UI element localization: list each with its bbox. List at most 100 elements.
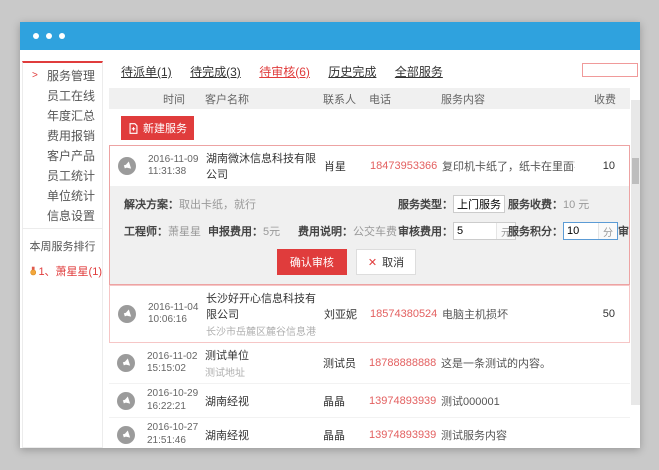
row-phone[interactable]: 18574380524 (370, 308, 442, 320)
service-type-label: 服务类型： (398, 196, 453, 212)
tab-pending-review[interactable]: 待审核(6) (259, 63, 310, 80)
row-phone[interactable]: 18473953366 (370, 160, 442, 172)
solution-value: 取出卡纸，就行 (179, 196, 256, 212)
window-titlebar (20, 22, 640, 50)
row-content: 电脑主机损坏 (442, 306, 508, 322)
header-time: 时间 (143, 91, 205, 107)
tab-pending-dispatch[interactable]: 待派单(1) (121, 63, 172, 80)
header-phone: 电话 (369, 91, 441, 107)
sidebar-item-label: 员工在线 (47, 89, 95, 103)
row-time: 21:51:46 (147, 435, 205, 448)
sidebar-menu: > 服务管理 >员工在线 >年度汇总 >费用报销 >客户产品 >员工统计 >单位统… (23, 63, 102, 226)
sidebar-item-staff-online[interactable]: >员工在线 (23, 86, 102, 106)
header-content: 服务内容 (441, 91, 576, 107)
row-customer: 湖南微沐信息科技有限公司 (206, 150, 324, 182)
row-phone[interactable]: 18788888888 (369, 357, 441, 369)
sidebar-item-annual-summary[interactable]: >年度汇总 (23, 106, 102, 126)
sidebar-item-label: 费用报销 (47, 129, 95, 143)
window-dot-icon[interactable] (59, 33, 65, 39)
row-content: 这是一条测试的内容。 (441, 355, 551, 371)
medal-icon (30, 265, 36, 277)
weekly-ranking-title: 本周服务排行 (23, 238, 102, 254)
row-content: 测试000001 (441, 393, 500, 409)
row-contact: 刘亚妮 (324, 306, 370, 322)
header-contact: 联系人 (323, 91, 369, 107)
row-customer: 长沙好开心信息科技有限公司 (206, 290, 324, 322)
sidebar-item-info-settings[interactable]: >信息设置 (23, 206, 102, 226)
engineer-value: 萧星星 (168, 223, 201, 239)
solution-label: 解决方案： (124, 196, 179, 212)
tab-history[interactable]: 历史完成 (328, 63, 376, 80)
row-customer: 湖南经视 (205, 427, 323, 443)
cancel-button[interactable]: ✕取消 (356, 249, 416, 275)
new-service-label: 新建服务 (143, 120, 187, 136)
service-record-icon (118, 305, 136, 323)
sidebar-item-label: 客户产品 (47, 149, 95, 163)
active-arrow-icon: > (32, 66, 38, 86)
row-time: 10:06:16 (148, 314, 206, 327)
app-window: > 服务管理 >员工在线 >年度汇总 >费用报销 >客户产品 >员工统计 >单位统… (20, 22, 640, 448)
row-content: 复印机卡纸了，纸卡在里面不动了 (442, 158, 575, 174)
ranking-item-label: 1、萧星星(1) (38, 263, 102, 279)
window-dot-icon[interactable] (46, 33, 52, 39)
table-row[interactable]: 2016-11-0215:15:02 测试单位测试地址 测试员 18788888… (109, 343, 630, 384)
sidebar-item-label: 单位统计 (47, 189, 95, 203)
row-contact: 肖星 (324, 158, 370, 174)
table-row[interactable]: 2016-10-2721:51:46 湖南经视 晶晶 13974893939 测… (109, 418, 630, 448)
declared-fee-value: 5元 (263, 223, 280, 239)
new-document-icon (128, 123, 139, 134)
tab-all-services[interactable]: 全部服务 (395, 63, 443, 80)
service-record-icon (117, 354, 135, 372)
sidebar-panel: > 服务管理 >员工在线 >年度汇总 >费用报销 >客户产品 >员工统计 >单位统… (22, 61, 103, 448)
sidebar-item-unit-stats[interactable]: >单位统计 (23, 186, 102, 206)
scrollbar-thumb[interactable] (632, 158, 639, 184)
table-row[interactable]: 2016-11-0410:06:16 长沙好开心信息科技有限公司长沙市岳麓区麓谷… (109, 285, 630, 343)
sidebar: > 服务管理 >员工在线 >年度汇总 >费用报销 >客户产品 >员工统计 >单位统… (20, 50, 109, 448)
search-input[interactable] (582, 63, 638, 77)
review-note-label: 审核说明： (618, 223, 629, 239)
main-content: 待派单(1) 待完成(3) 待审核(6) 历史完成 全部服务 时间 客户名称 联… (109, 50, 640, 448)
sidebar-item-label: 员工统计 (47, 169, 95, 183)
table-row[interactable]: 2016-11-0911:31:38 湖南微沐信息科技有限公司 肖星 18473… (110, 146, 629, 186)
points-input[interactable] (564, 223, 598, 239)
sidebar-item-customer-products[interactable]: >客户产品 (23, 146, 102, 166)
review-block: 2016-11-0911:31:38 湖南微沐信息科技有限公司 肖星 18473… (109, 145, 630, 285)
row-time: 15:15:02 (147, 363, 205, 376)
fee-note-label: 费用说明： (298, 223, 353, 239)
row-phone[interactable]: 13974893939 (369, 395, 441, 407)
table-header: 时间 客户名称 联系人 电话 服务内容 收费 (109, 88, 630, 109)
service-rows: 2016-11-0410:06:16 长沙好开心信息科技有限公司长沙市岳麓区麓谷… (109, 285, 640, 448)
review-form: 解决方案： 取出卡纸，就行 服务类型： 服务收费： 10 元 (110, 186, 629, 284)
row-contact: 晶晶 (323, 427, 369, 443)
row-content: 测试服务内容 (441, 427, 507, 443)
row-contact: 晶晶 (323, 393, 369, 409)
vertical-scrollbar[interactable] (631, 100, 640, 405)
sidebar-item-expense-claims[interactable]: >费用报销 (23, 126, 102, 146)
service-type-input[interactable] (453, 195, 505, 213)
sidebar-item-label: 年度汇总 (47, 109, 95, 123)
row-fee: 50 (575, 308, 629, 320)
row-fee: 10 (575, 160, 629, 172)
new-service-button[interactable]: 新建服务 (121, 116, 194, 140)
row-time: 11:31:38 (148, 166, 206, 179)
sidebar-item-staff-stats[interactable]: >员工统计 (23, 166, 102, 186)
row-customer: 测试单位 (205, 347, 323, 363)
row-date: 2016-10-29 (147, 388, 205, 401)
row-phone[interactable]: 13974893939 (369, 429, 441, 441)
tab-pending-completion[interactable]: 待完成(3) (190, 63, 241, 80)
row-date: 2016-11-04 (148, 302, 206, 315)
row-date: 2016-11-02 (147, 351, 205, 364)
row-date: 2016-10-27 (147, 422, 205, 435)
engineer-label: 工程师： (124, 223, 168, 239)
cancel-label: 取消 (382, 254, 404, 270)
window-dot-icon[interactable] (33, 33, 39, 39)
row-address: 测试地址 (205, 364, 323, 379)
service-record-icon (117, 426, 135, 444)
confirm-review-button[interactable]: 确认审核 (277, 249, 347, 275)
sidebar-item-label: 服务管理 (47, 69, 95, 83)
sidebar-item-service-management[interactable]: > 服务管理 (23, 66, 102, 86)
table-row[interactable]: 2016-10-2916:22:21 湖南经视 晶晶 13974893939 测… (109, 384, 630, 418)
sidebar-divider (23, 228, 102, 229)
ranking-item[interactable]: 1、萧星星(1) (23, 263, 102, 279)
review-fee-input[interactable] (454, 223, 496, 239)
